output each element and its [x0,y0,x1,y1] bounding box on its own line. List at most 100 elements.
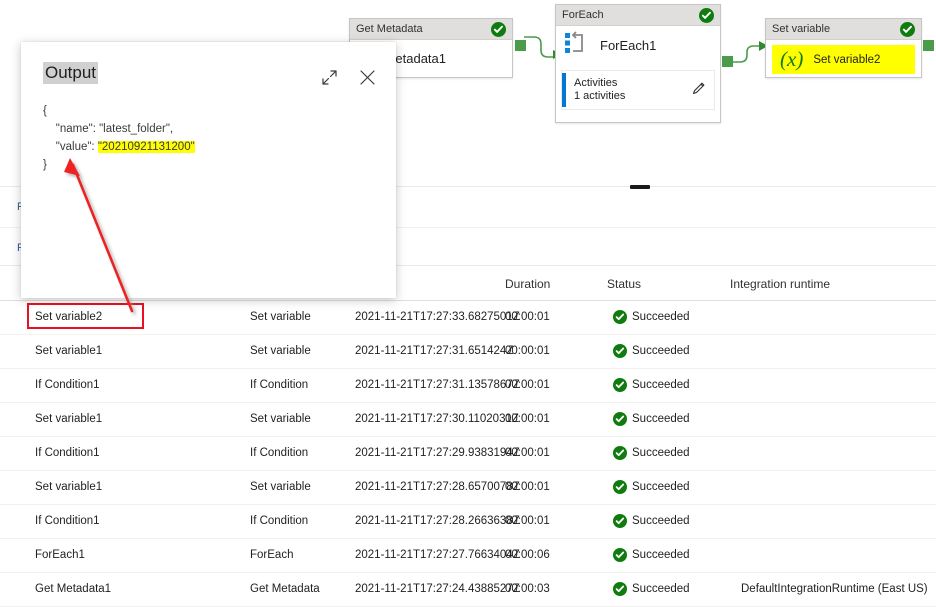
node-title: ForEach1 [600,37,657,53]
json-line: } [43,156,195,174]
check-circle-icon [613,446,627,460]
activities-count: 1 activities [574,90,626,102]
expand-diagonal-icon[interactable] [316,64,342,90]
check-circle-icon [613,582,627,596]
node-header-label: Get Metadata [356,22,423,35]
foreach-activities-section[interactable]: Activities 1 activities [561,70,715,110]
cell-run-start: 2021-11-21T17:27:27.7663404Z [355,549,520,561]
cell-name[interactable]: Set variable1 [35,481,102,493]
table-row[interactable]: ForEach1 ForEach 2021-11-21T17:27:27.76634… [0,539,936,573]
cell-name[interactable]: Set variable1 [35,413,102,425]
table-row[interactable]: If Condition1 If Condition 2021-11-21T17:2… [0,369,936,403]
cell-duration: 00:00:01 [505,311,550,323]
cell-run-start: 2021-11-21T17:27:29.9383194Z [355,447,520,459]
cell-status: Succeeded [632,345,690,357]
cell-name[interactable]: Get Metadata1 [35,583,111,595]
variable-x-icon: (x) [780,47,804,71]
node-header: Set variable [766,19,921,40]
cell-status: Succeeded [632,311,690,323]
json-line-text: } [43,159,47,171]
check-circle-icon [613,480,627,494]
cell-duration: 00:00:01 [505,379,550,391]
column-header-status[interactable]: Status [607,277,641,291]
cell-run-start: 2021-11-21T17:27:24.4388527Z [355,583,520,595]
table-row[interactable]: Set variable1 Set variable 2021-11-21T17:2… [0,335,936,369]
check-circle-icon [613,412,627,426]
cell-type: If Condition [250,379,309,391]
table-row[interactable]: Set variable1 Set variable 2021-11-21T17:2… [0,403,936,437]
check-circle-icon [613,514,627,528]
accent-bar [562,73,566,107]
cell-duration: 00:00:01 [505,481,550,493]
highlighted-json-value: "20210921131200" [97,141,195,153]
activity-node-foreach[interactable]: ForEach ForEach1 Activities 1 activities [555,4,721,123]
cell-run-start: 2021-11-21T17:27:31.651424Z [355,345,514,357]
node-header: Get Metadata [350,19,512,40]
cell-duration: 00:00:01 [505,515,550,527]
output-json-content: { "name": "latest_folder", "value": "202… [43,102,195,174]
table-row[interactable]: Set variable2 Set variable 2021-11-21T17:2… [0,301,936,335]
cell-run-start: 2021-11-21T17:27:30.1102031Z [355,413,519,425]
resize-handle[interactable] [630,185,650,189]
cell-status: Succeeded [632,447,690,459]
cell-type: If Condition [250,515,309,527]
cell-name[interactable]: Set variable1 [35,345,102,357]
json-line-text: { [43,105,47,117]
cell-type: Get Metadata [250,583,320,595]
cell-type: Set variable [250,413,311,425]
table-row[interactable]: Set variable1 Set variable 2021-11-21T17:2… [0,471,936,505]
table-body: Set variable2 Set variable 2021-11-21T17:2… [0,301,936,607]
column-header-duration[interactable]: Duration [505,277,550,291]
cell-type: Set variable [250,345,311,357]
json-line-text: "name": "latest_folder", [43,123,174,135]
cell-name[interactable]: If Condition1 [35,515,100,527]
check-circle-icon [613,344,627,358]
close-icon[interactable] [354,64,380,90]
cell-name[interactable]: ForEach1 [35,549,85,561]
cell-status: Succeeded [632,481,690,493]
cell-run-start: 2021-11-21T17:27:28.6570078Z [355,481,520,493]
table-row[interactable]: If Condition1 If Condition 2021-11-21T17:2… [0,437,936,471]
check-circle-icon [613,548,627,562]
node-header-label: ForEach [562,8,604,21]
cell-duration: 00:00:06 [505,549,550,561]
cell-status: Succeeded [632,583,690,595]
cell-status: Succeeded [632,515,690,527]
cell-type: ForEach [250,549,294,561]
cell-duration: 00:00:01 [505,345,550,357]
cell-name[interactable]: If Condition1 [35,447,100,459]
cell-run-start: 2021-11-21T17:27:31.1357867Z [355,379,520,391]
table-row[interactable]: Get Metadata1 Get Metadata 2021-11-21T17:2… [0,573,936,607]
json-line-text: "value": [43,141,98,153]
check-circle-icon [613,378,627,392]
column-header-integration-runtime[interactable]: Integration runtime [730,277,830,291]
cell-name[interactable]: If Condition1 [35,379,100,391]
cell-run-start: 2021-11-21T17:27:33.6827501Z [355,311,520,323]
cell-run-start: 2021-11-21T17:27:28.2663638Z [355,515,520,527]
cell-status: Succeeded [632,549,690,561]
table-row[interactable]: If Condition1 If Condition 2021-11-21T17:2… [0,505,936,539]
pencil-icon[interactable] [692,81,706,100]
cell-integration-runtime: DefaultIntegrationRuntime (East US) [741,583,928,595]
activity-node-set-variable[interactable]: Set variable (x) Set variable2 [765,18,922,78]
cell-duration: 00:00:03 [505,583,550,595]
node-title: Set variable2 [813,53,881,66]
node-body-highlighted: (x) Set variable2 [772,45,915,74]
cell-status: Succeeded [632,379,690,391]
activities-label: Activities [574,77,618,89]
cell-name[interactable]: Set variable2 [35,311,102,323]
cell-status: Succeeded [632,413,690,425]
cell-duration: 00:00:01 [505,447,550,459]
activity-runs-table: Duration Status Integration runtime Set … [0,268,936,607]
cell-type: If Condition [250,447,309,459]
json-line: { [43,102,195,120]
cell-type: Set variable [250,311,311,323]
cell-duration: 00:00:01 [505,413,550,425]
check-circle-icon [613,310,627,324]
node-header-label: Set variable [772,22,831,35]
check-circle-icon [699,7,714,23]
foreach-loop-icon [564,30,590,60]
connector-output-set-variable[interactable] [923,40,934,51]
json-line: "value": "20210921131200" [43,138,195,156]
output-flyout-panel[interactable]: Output { "name": "latest_folder", "value… [21,42,396,298]
